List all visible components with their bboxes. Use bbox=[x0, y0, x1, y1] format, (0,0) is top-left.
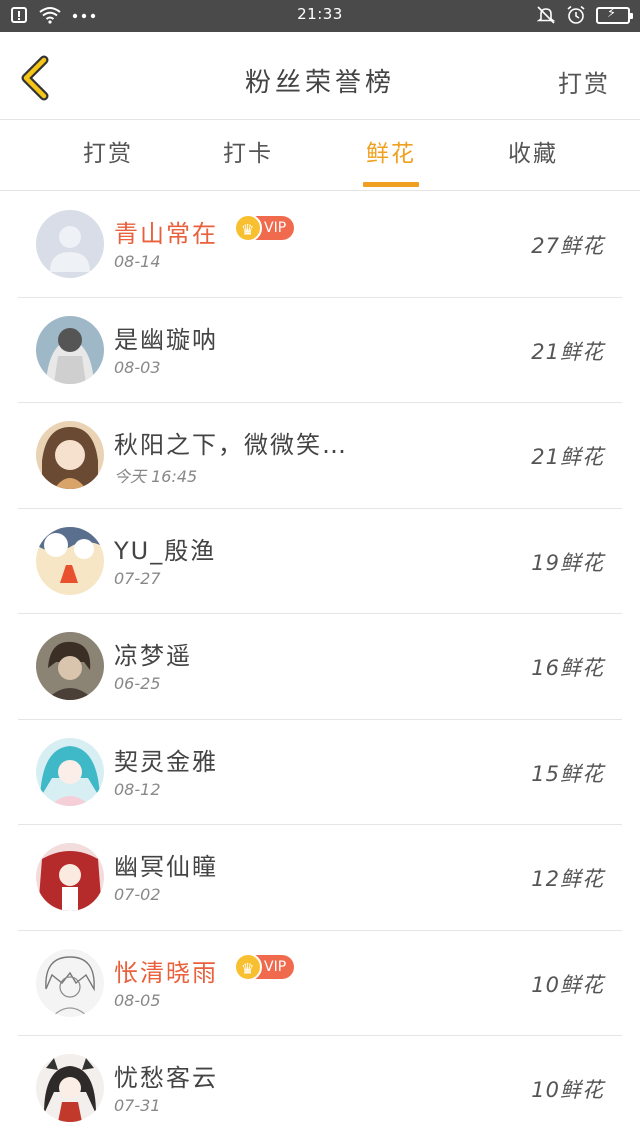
tab-bar: 打赏 打卡 鲜花 收藏 bbox=[0, 121, 640, 191]
list-item[interactable]: 幽冥仙瞳 07-02 12鲜花 bbox=[18, 825, 622, 931]
list-item[interactable]: 青山常在 VIP 08-14 27鲜花 bbox=[18, 192, 622, 298]
fan-name: 怅清晓雨 bbox=[114, 958, 218, 987]
avatar bbox=[36, 737, 104, 806]
tab-checkin[interactable]: 打卡 bbox=[188, 121, 308, 191]
status-right-icons: ⚡ bbox=[536, 5, 633, 25]
mute-bell-icon bbox=[536, 5, 556, 25]
vip-badge: VIP bbox=[234, 214, 294, 242]
vip-label: VIP bbox=[264, 958, 287, 975]
fan-name: 青山常在 bbox=[114, 220, 218, 248]
fan-date: 08-03 bbox=[114, 357, 161, 377]
list-item[interactable]: 凉梦遥 06-25 16鲜花 bbox=[18, 614, 622, 720]
list-item[interactable]: 怅清晓雨 VIP 08-05 10鲜花 bbox=[18, 931, 622, 1036]
flower-count: 16鲜花 bbox=[531, 656, 604, 680]
fan-name: 忧愁客云 bbox=[114, 1064, 218, 1092]
tab-favorites[interactable]: 收藏 bbox=[473, 121, 593, 191]
vip-label: VIP bbox=[264, 220, 287, 236]
avatar bbox=[36, 632, 104, 700]
nav-header: 粉丝荣誉榜 打赏 bbox=[0, 32, 640, 120]
list-item[interactable]: 是幽璇呐 08-03 21鲜花 bbox=[18, 298, 622, 403]
page-title: 粉丝荣誉榜 bbox=[244, 68, 395, 98]
status-bar: 21:33 ⚡ bbox=[0, 0, 640, 32]
list-item[interactable]: 忧愁客云 07-31 10鲜花 bbox=[18, 1036, 622, 1138]
tab-label: 打赏 bbox=[83, 141, 133, 167]
fan-name: 秋阳之下，微微笑… bbox=[114, 431, 348, 459]
avatar bbox=[36, 526, 104, 595]
tab-label: 打卡 bbox=[223, 141, 273, 167]
flower-count: 21鲜花 bbox=[531, 445, 604, 469]
flower-count: 19鲜花 bbox=[531, 550, 604, 575]
fan-date: 08-05 bbox=[114, 990, 161, 1010]
flower-count: 12鲜花 bbox=[531, 867, 604, 891]
avatar bbox=[36, 315, 104, 384]
fan-name: YU_殷渔 bbox=[114, 536, 217, 565]
tab-label: 鲜花 bbox=[366, 141, 416, 167]
flower-count: 10鲜花 bbox=[531, 972, 604, 997]
fan-name: 契灵金雅 bbox=[114, 747, 218, 776]
fan-ranking-list: 青山常在 VIP 08-14 27鲜花 是幽璇呐 08-03 21鲜花 秋阳之下… bbox=[18, 192, 622, 1138]
fan-date: 06-25 bbox=[114, 674, 161, 693]
reward-button[interactable]: 打赏 bbox=[558, 64, 610, 99]
fan-date: 07-02 bbox=[114, 885, 161, 904]
fan-date: 07-27 bbox=[114, 568, 161, 588]
fan-date: 今天 16:45 bbox=[114, 467, 198, 486]
flower-count: 10鲜花 bbox=[531, 1078, 604, 1102]
battery-charging-icon: ⚡ bbox=[596, 6, 633, 24]
avatar bbox=[36, 210, 104, 278]
tab-label: 收藏 bbox=[508, 141, 558, 167]
fan-name: 幽冥仙瞳 bbox=[114, 853, 218, 881]
avatar bbox=[36, 1054, 104, 1122]
fan-name: 是幽璇呐 bbox=[114, 325, 218, 354]
avatar bbox=[36, 948, 104, 1017]
crown-icon bbox=[234, 214, 262, 242]
list-item[interactable]: 秋阳之下，微微笑… 今天 16:45 21鲜花 bbox=[18, 403, 622, 509]
flower-count: 21鲜花 bbox=[531, 339, 604, 364]
flower-count: 27鲜花 bbox=[531, 234, 604, 258]
alarm-icon bbox=[566, 5, 586, 25]
fan-date: 07-31 bbox=[114, 1096, 161, 1115]
active-tab-indicator bbox=[363, 182, 419, 187]
avatar bbox=[36, 421, 104, 489]
tab-reward[interactable]: 打赏 bbox=[48, 121, 168, 191]
flower-count: 15鲜花 bbox=[531, 761, 604, 786]
fan-date: 08-14 bbox=[114, 252, 161, 271]
list-item[interactable]: 契灵金雅 08-12 15鲜花 bbox=[18, 720, 622, 825]
list-item[interactable]: YU_殷渔 07-27 19鲜花 bbox=[18, 509, 622, 614]
fan-name: 凉梦遥 bbox=[114, 642, 192, 670]
crown-icon bbox=[234, 952, 262, 981]
vip-badge: VIP bbox=[234, 952, 294, 981]
fan-date: 08-12 bbox=[114, 779, 161, 799]
avatar bbox=[36, 843, 104, 911]
tab-flowers[interactable]: 鲜花 bbox=[331, 121, 451, 191]
